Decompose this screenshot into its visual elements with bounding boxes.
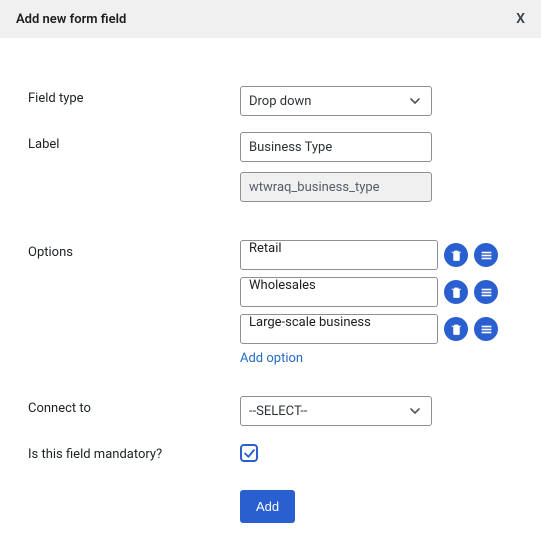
row-mandatory: Is this field mandatory? — [28, 442, 513, 464]
trash-icon — [450, 249, 463, 262]
option-input-1[interactable]: Retail — [240, 240, 438, 270]
delete-option-button[interactable] — [444, 243, 468, 267]
option-input-2[interactable]: Wholesales — [240, 277, 438, 307]
add-option-link[interactable]: Add option — [240, 351, 513, 366]
option-row: Wholesales — [240, 277, 513, 307]
row-connect-to: Connect to --SELECT-- — [28, 396, 513, 426]
slug-value: wtwraq_business_type — [249, 180, 380, 195]
label-options: Options — [28, 240, 240, 260]
reorder-option-button[interactable] — [474, 280, 498, 304]
menu-icon — [480, 249, 493, 262]
menu-icon — [480, 286, 493, 299]
slug-display: wtwraq_business_type — [240, 172, 432, 202]
row-label: Label Business Type wtwraq_business_type — [28, 132, 513, 202]
trash-icon — [450, 323, 463, 336]
option-input-3[interactable]: Large-scale business — [240, 314, 438, 344]
field-type-select[interactable]: Drop down — [240, 86, 432, 116]
option-row: Large-scale business — [240, 314, 513, 344]
connect-to-value: --SELECT-- — [249, 404, 307, 419]
form-body: Field type Drop down Label Business Type… — [0, 38, 541, 559]
row-options: Options Retail Wholesales — [28, 240, 513, 366]
connect-to-select[interactable]: --SELECT-- — [240, 396, 432, 426]
modal-title: Add new form field — [16, 12, 126, 27]
chevron-down-icon — [407, 403, 423, 419]
label-input[interactable]: Business Type — [240, 132, 432, 162]
label-field-type: Field type — [28, 86, 240, 106]
menu-icon — [480, 323, 493, 336]
label-mandatory: Is this field mandatory? — [28, 442, 240, 462]
add-button[interactable]: Add — [240, 490, 295, 523]
close-button[interactable]: X — [516, 11, 525, 27]
reorder-option-button[interactable] — [474, 243, 498, 267]
option-row: Retail — [240, 240, 513, 270]
field-type-value: Drop down — [249, 94, 311, 109]
delete-option-button[interactable] — [444, 317, 468, 341]
label-connect-to: Connect to — [28, 396, 240, 416]
mandatory-checkbox[interactable] — [240, 444, 258, 462]
trash-icon — [450, 286, 463, 299]
label-input-value: Business Type — [249, 140, 332, 155]
row-field-type: Field type Drop down — [28, 86, 513, 116]
label-label: Label — [28, 132, 240, 152]
row-submit: Add — [28, 480, 513, 523]
reorder-option-button[interactable] — [474, 317, 498, 341]
delete-option-button[interactable] — [444, 280, 468, 304]
chevron-down-icon — [407, 93, 423, 109]
check-icon — [243, 447, 256, 460]
modal-header: Add new form field X — [0, 0, 541, 38]
